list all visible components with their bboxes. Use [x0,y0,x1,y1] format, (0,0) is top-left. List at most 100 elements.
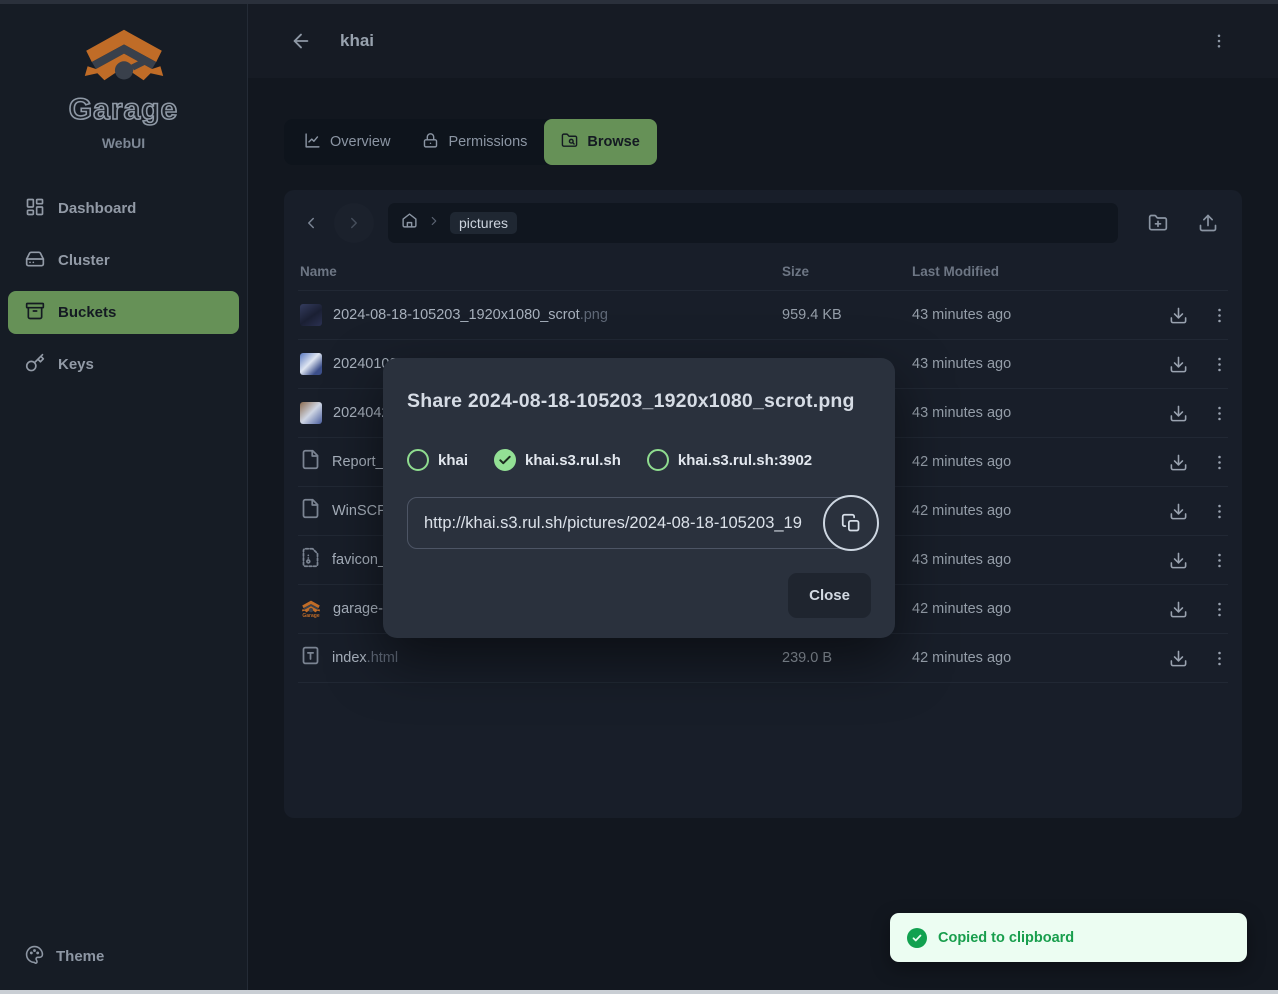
tab-label: Overview [330,134,390,150]
row-menu-button[interactable] [1210,647,1231,669]
download-icon [1169,404,1188,423]
file-modified: 43 minutes ago [912,307,1168,323]
row-menu-button[interactable] [1210,304,1231,326]
kebab-menu-icon [1210,453,1229,472]
row-menu-button[interactable] [1210,598,1231,620]
kebab-menu-icon [1210,502,1229,521]
file-name: 2024-08-18-105203_1920x1080_scrot [333,307,580,323]
share-option-label: khai.s3.rul.sh:3902 [678,452,812,469]
download-icon [1169,306,1188,325]
sidebar: Garage WebUI Dashboard Cluster Buckets [0,4,248,990]
share-option-khai-s3-3902[interactable]: khai.s3.rul.sh:3902 [647,449,812,471]
garage-logo-thumbnail: Garage [300,598,322,620]
sidebar-item-label: Cluster [58,252,110,269]
breadcrumb-folder-pictures[interactable]: pictures [450,212,517,234]
radio-unchecked-icon [407,449,429,471]
tab-permissions[interactable]: Permissions [407,124,542,160]
toast-notification: Copied to clipboard [890,913,1247,962]
file-modified: 42 minutes ago [912,503,1168,519]
sidebar-item-cluster[interactable]: Cluster [8,239,239,282]
share-option-khai[interactable]: khai [407,449,468,471]
sidebar-item-keys[interactable]: Keys [8,343,239,386]
toast-message: Copied to clipboard [938,930,1074,946]
check-circle-icon [907,928,927,948]
file-modified: 42 minutes ago [912,454,1168,470]
tab-label: Browse [587,134,639,150]
favicon-file-icon [300,547,321,573]
folder-plus-icon [1148,213,1168,233]
chart-line-icon [304,132,321,153]
chevron-right-icon [345,214,363,232]
file-extension: .png [580,307,608,323]
history-forward-button[interactable] [334,203,374,243]
download-button[interactable] [1168,451,1189,473]
download-icon [1169,649,1188,668]
share-url-input[interactable] [407,497,853,549]
home-icon[interactable] [401,212,418,234]
download-button[interactable] [1168,353,1189,375]
tab-browse[interactable]: Browse [544,119,656,165]
palette-icon [25,945,44,968]
kebab-menu-icon [1210,32,1228,50]
share-host-options: khai khai.s3.rul.sh khai.s3.rul.sh:3902 [407,449,871,471]
download-icon [1169,502,1188,521]
horizontal-scrollbar[interactable] [0,990,1278,994]
file-thumbnail [300,353,322,375]
theme-button[interactable]: Theme [8,936,239,976]
arrow-left-icon [290,30,312,52]
share-url-group [407,497,853,549]
bucket-menu-button[interactable] [1206,28,1232,54]
file-name: index [332,650,367,666]
kebab-menu-icon [1210,306,1229,325]
kebab-menu-icon [1210,355,1229,374]
keys-icon [25,353,45,377]
download-button[interactable] [1168,647,1189,669]
row-menu-button[interactable] [1210,549,1231,571]
row-menu-button[interactable] [1210,451,1231,473]
share-modal-title: Share 2024-08-18-105203_1920x1080_scrot.… [407,390,871,413]
tab-label: Permissions [448,134,527,150]
row-menu-button[interactable] [1210,402,1231,424]
table-header-row: Name Size Last Modified [298,253,1228,291]
sidebar-item-label: Dashboard [58,200,136,217]
garage-logo-icon [82,26,166,89]
kebab-menu-icon [1210,404,1229,423]
row-menu-button[interactable] [1210,500,1231,522]
download-button[interactable] [1168,549,1189,571]
file-modified: 42 minutes ago [912,650,1168,666]
toolbar-actions [1146,211,1228,235]
bucket-title: khai [340,31,374,51]
row-menu-button[interactable] [1210,353,1231,375]
radio-unchecked-icon [647,449,669,471]
file-extension: .html [367,650,398,666]
tab-overview[interactable]: Overview [289,124,405,160]
download-button[interactable] [1168,500,1189,522]
breadcrumb-separator-icon [427,214,441,233]
column-header-name: Name [300,264,782,279]
file-thumbnail [300,304,322,326]
download-button[interactable] [1168,304,1189,326]
new-folder-button[interactable] [1146,211,1170,235]
upload-button[interactable] [1196,211,1220,235]
download-icon [1169,551,1188,570]
column-header-modified: Last Modified [912,264,1168,279]
bucket-header: khai [248,4,1278,78]
file-modified: 43 minutes ago [912,405,1168,421]
copy-url-button[interactable] [823,495,879,551]
back-button[interactable] [288,28,314,54]
file-icon [300,449,321,475]
file-type-icon [300,645,321,671]
window-top-edge [0,0,1278,4]
table-row: 2024-08-18-105203_1920x1080_scrot.png 95… [298,291,1228,340]
sidebar-item-dashboard[interactable]: Dashboard [8,187,239,230]
download-button[interactable] [1168,598,1189,620]
download-button[interactable] [1168,402,1189,424]
sidebar-item-buckets[interactable]: Buckets [8,291,239,334]
share-option-khai-s3[interactable]: khai.s3.rul.sh [494,449,621,471]
close-button[interactable]: Close [788,573,871,618]
column-header-size: Size [782,264,912,279]
share-modal-footer: Close [407,573,871,618]
radio-checked-icon [494,449,516,471]
history-back-button[interactable] [298,210,324,236]
sidebar-item-label: Keys [58,356,94,373]
